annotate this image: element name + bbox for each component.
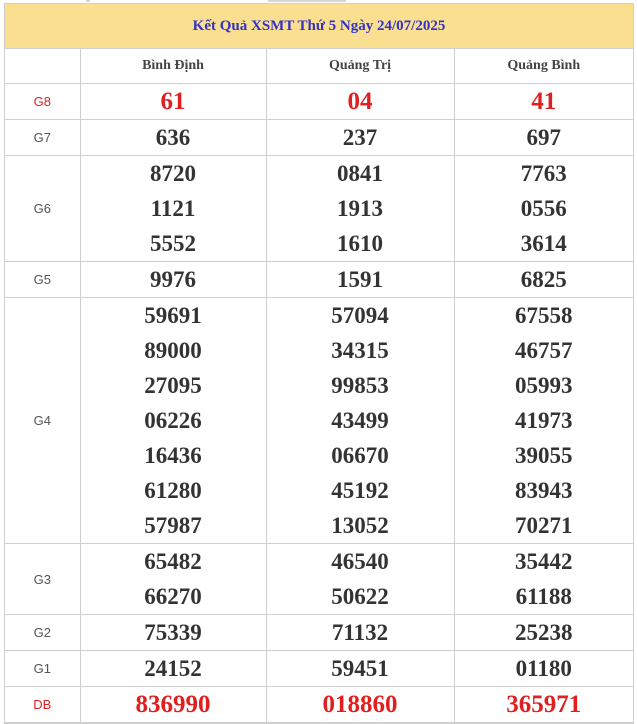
prize-number: 1610 — [265, 226, 454, 262]
lottery-result-table: Kết Quả XSMT Thứ 5 Ngày 24/07/2025 Bình … — [4, 3, 634, 724]
prize-header-cell — [5, 49, 80, 84]
prize-number: 45192 — [265, 473, 454, 508]
prize-label: G6 — [5, 155, 81, 262]
prize-number: 50622 — [265, 579, 454, 615]
prize-row-g4: 57987 13052 70271 — [5, 508, 633, 544]
province-header: Bình Định — [79, 49, 266, 84]
prize-row-g4: 61280 45192 83943 — [5, 473, 633, 508]
prize-number: 35442 — [453, 543, 633, 579]
prize-number: 43499 — [265, 403, 454, 438]
prize-number: 6825 — [453, 261, 633, 298]
prize-label: G7 — [5, 119, 81, 156]
prize-number: 3614 — [453, 226, 633, 262]
prize-number: 61 — [79, 83, 266, 120]
prize-label: G2 — [5, 614, 81, 651]
prize-number: 365971 — [453, 686, 633, 723]
prize-number: 34315 — [265, 333, 454, 368]
prize-row-g4: 27095 99853 05993 — [5, 368, 633, 403]
prize-number: 16436 — [144, 442, 202, 468]
prize-number: 0556 — [453, 191, 633, 226]
prize-row-db: DB 836990 018860 365971 — [5, 686, 633, 723]
prize-number: 57987 — [80, 508, 266, 544]
prize-number: 57094 — [265, 297, 454, 333]
prize-number: 27095 — [144, 372, 202, 398]
prize-number: 39055 — [453, 438, 633, 473]
prize-number: 46540 — [265, 543, 454, 579]
province-header: Quảng Bình — [453, 49, 633, 84]
prize-row-g1: G1 24152 59451 01180 — [5, 650, 633, 687]
prize-number: 7763 — [453, 155, 633, 191]
prize-number: 9976 — [79, 261, 266, 298]
prize-number: 06226 — [144, 407, 202, 433]
result-grid: Bình Định Quảng Trị Quảng Bình G8 61 04 41 G… — [5, 49, 633, 723]
prize-number: 71132 — [265, 614, 454, 651]
prize-number: 8720 — [79, 155, 266, 191]
prize-row-g4: 06226 43499 41973 — [5, 403, 633, 438]
prize-label: G5 — [5, 261, 81, 298]
prize-row-g4: G4 59691 57094 67558 — [5, 297, 633, 544]
prize-number: 83943 — [453, 473, 633, 508]
prize-label: G1 — [5, 650, 81, 687]
prize-label: DB — [5, 686, 81, 723]
prize-number: 66270 — [80, 579, 266, 615]
prize-number: 06670 — [265, 438, 454, 473]
prize-number: 99853 — [265, 368, 454, 403]
prize-number: 59691 — [79, 297, 266, 333]
prize-row-g7: G7 636 237 697 — [5, 119, 633, 156]
prize-number: 61188 — [453, 579, 633, 615]
prize-row-g4: 89000 34315 46757 — [5, 333, 633, 368]
prize-row-g5: G5 9976 1591 6825 — [5, 261, 633, 298]
prize-number: 41 — [453, 83, 633, 120]
prize-number: 59451 — [265, 650, 454, 687]
prize-row-g6: 1121 1913 0556 — [5, 191, 633, 226]
prize-label: G8 — [5, 83, 81, 120]
prize-row-g3: G3 65482 46540 35442 — [5, 543, 633, 615]
prize-row-g6: 5552 1610 3614 — [5, 226, 633, 262]
prize-number: 697 — [453, 119, 633, 156]
prize-number: 05993 — [453, 368, 633, 403]
prize-number: 1591 — [265, 261, 454, 298]
prize-number: 61280 — [144, 477, 202, 503]
tab-edge — [86, 0, 90, 2]
prize-number: 89000 — [144, 337, 202, 363]
result-title: Kết Quả XSMT Thứ 5 Ngày 24/07/2025 — [5, 4, 633, 49]
prize-number: 65482 — [79, 543, 266, 579]
prize-number: 1913 — [265, 191, 454, 226]
prize-row-g4: 16436 06670 39055 — [5, 438, 633, 473]
prize-number: 1121 — [150, 195, 196, 221]
prize-row-g6: G6 8720 0841 7763 — [5, 155, 633, 262]
tab-edge — [268, 0, 346, 2]
province-header: Quảng Trị — [265, 49, 454, 84]
prize-number: 24152 — [79, 650, 266, 687]
prize-number: 018860 — [265, 686, 454, 723]
prize-number: 04 — [265, 83, 454, 120]
prize-number: 0841 — [265, 155, 454, 191]
prize-row-g3: 66270 50622 61188 — [5, 579, 633, 615]
prize-number: 636 — [79, 119, 266, 156]
prize-number: 836990 — [79, 686, 266, 723]
prize-row-g2: G2 75339 71132 25238 — [5, 614, 633, 651]
prize-number: 01180 — [453, 650, 633, 687]
prize-number: 237 — [265, 119, 454, 156]
prize-label: G3 — [5, 543, 81, 615]
prize-number: 41973 — [453, 403, 633, 438]
prize-label: G4 — [5, 297, 81, 544]
prize-number: 70271 — [453, 508, 633, 544]
prize-number: 25238 — [453, 614, 633, 651]
prize-number: 5552 — [80, 226, 266, 262]
prize-row-g8: G8 61 04 41 — [5, 83, 633, 120]
prize-number: 46757 — [453, 333, 633, 368]
prize-number: 13052 — [265, 508, 454, 544]
header-row: Bình Định Quảng Trị Quảng Bình — [5, 49, 633, 84]
prize-number: 67558 — [453, 297, 633, 333]
prize-number: 75339 — [79, 614, 266, 651]
